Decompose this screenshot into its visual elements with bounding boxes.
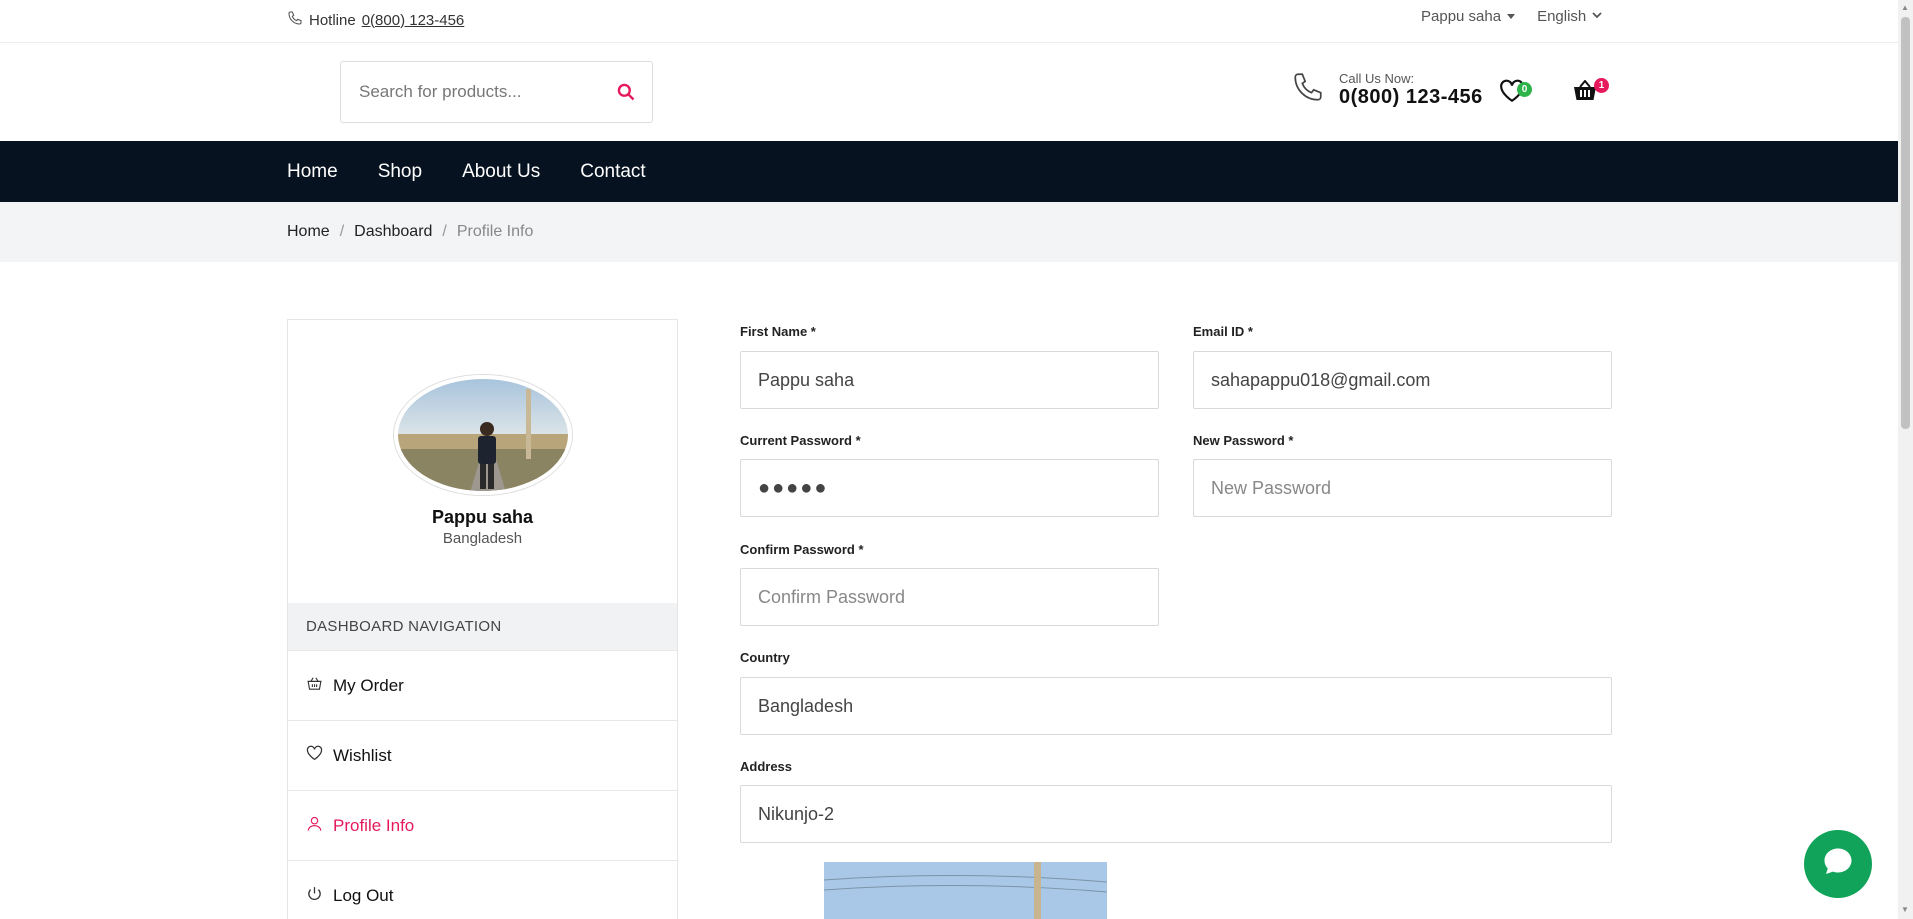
current-password-label: Current Password * xyxy=(740,433,861,448)
search-icon[interactable] xyxy=(616,82,636,107)
profile-name: Pappu saha xyxy=(431,507,534,527)
phone-icon xyxy=(287,10,303,30)
sidebar-item-label: Profile Info xyxy=(333,815,415,835)
top-bar: Hotline 0(800) 123-456 Pappu saha Englis… xyxy=(0,0,1898,43)
new-password-label: New Password * xyxy=(1193,433,1294,448)
call-us: Call Us Now: 0(800) 123-456 xyxy=(1291,70,1483,109)
current-password-value: ●●●●● xyxy=(758,476,829,499)
country-label: Country xyxy=(740,650,790,665)
sidebar-item-label: My Order xyxy=(333,675,404,695)
chevron-down-icon xyxy=(1592,10,1602,23)
user-icon xyxy=(306,815,323,837)
power-icon xyxy=(306,885,323,907)
sidebar-item-profile-info[interactable]: Profile Info xyxy=(288,790,677,860)
country-field[interactable]: Bangladesh xyxy=(740,677,1612,735)
scroll-down-arrow-icon[interactable]: ▼ xyxy=(1901,905,1909,914)
search-input[interactable] xyxy=(359,82,589,102)
sidebar-item-wishlist[interactable]: Wishlist xyxy=(288,720,677,790)
page-scrollbar[interactable]: ▲ ▼ xyxy=(1898,0,1913,919)
breadcrumb-separator: / xyxy=(339,223,345,240)
main-nav: Home Shop About Us Contact xyxy=(0,141,1898,202)
scroll-up-arrow-icon[interactable]: ▲ xyxy=(1901,3,1909,12)
breadcrumb: Home / Dashboard / Profile Info xyxy=(287,223,533,241)
sidebar-item-label: Wishlist xyxy=(333,745,392,765)
chat-bubble-icon xyxy=(1820,844,1856,885)
address-field[interactable]: Nikunjo-2 xyxy=(740,785,1612,843)
nav-contact[interactable]: Contact xyxy=(580,161,645,183)
sidebar-item-label: Log Out xyxy=(333,885,394,905)
cart-icon[interactable]: 1 xyxy=(1572,78,1609,107)
breadcrumb-current: Profile Info xyxy=(456,223,534,240)
confirm-password-field[interactable]: Confirm Password xyxy=(740,568,1159,626)
breadcrumb-bar: Home / Dashboard / Profile Info xyxy=(0,202,1898,262)
sidebar-item-log-out[interactable]: Log Out xyxy=(288,860,677,919)
profile-sidebar: Pappu saha Bangladesh DASHBOARD NAVIGATI… xyxy=(287,319,678,919)
heart-icon xyxy=(306,745,323,766)
current-password-field[interactable]: ●●●●● xyxy=(740,459,1159,517)
avatar xyxy=(394,375,572,495)
caret-down-icon xyxy=(1507,14,1516,19)
first-name-label: First Name * xyxy=(740,324,816,339)
phone-icon xyxy=(1291,70,1325,109)
email-field[interactable]: sahapappu018@gmail.com xyxy=(1193,351,1612,409)
chat-button[interactable] xyxy=(1804,830,1872,898)
hotline-label: Hotline xyxy=(309,11,356,29)
call-us-label: Call Us Now: xyxy=(1339,70,1415,86)
user-dropdown[interactable]: Pappu saha xyxy=(1421,8,1516,25)
language-label: English xyxy=(1537,8,1587,25)
nav-about-us[interactable]: About Us xyxy=(462,161,540,183)
new-password-field[interactable]: New Password xyxy=(1193,459,1612,517)
search-box xyxy=(340,61,653,123)
hotline: Hotline 0(800) 123-456 xyxy=(287,10,464,30)
first-name-field[interactable]: Pappu saha xyxy=(740,351,1159,409)
sidebar-item-my-order[interactable]: My Order xyxy=(288,650,677,720)
confirm-password-label: Confirm Password * xyxy=(740,542,864,557)
wishlist-icon[interactable]: 0 xyxy=(1499,79,1532,108)
call-us-number: 0(800) 123-456 xyxy=(1339,85,1483,108)
nav-home[interactable]: Home xyxy=(287,161,338,183)
dashboard-navigation-heading: DASHBOARD NAVIGATION xyxy=(288,603,677,650)
hotline-number-link[interactable]: 0(800) 123-456 xyxy=(362,12,465,29)
user-name: Pappu saha xyxy=(1421,8,1502,25)
email-label: Email ID * xyxy=(1193,324,1253,339)
profile-image-preview xyxy=(824,862,1107,919)
language-dropdown[interactable]: English xyxy=(1537,8,1602,25)
nav-shop[interactable]: Shop xyxy=(378,161,422,183)
breadcrumb-separator: / xyxy=(442,223,447,240)
basket-icon xyxy=(306,675,323,697)
cart-count-badge: 1 xyxy=(1594,78,1609,93)
wishlist-count-badge: 0 xyxy=(1517,82,1532,97)
breadcrumb-home[interactable]: Home xyxy=(287,223,330,241)
profile-country: Bangladesh xyxy=(442,530,523,547)
breadcrumb-dashboard[interactable]: Dashboard xyxy=(354,223,432,241)
address-label: Address xyxy=(740,759,793,774)
scrollbar-thumb[interactable] xyxy=(1901,17,1910,429)
